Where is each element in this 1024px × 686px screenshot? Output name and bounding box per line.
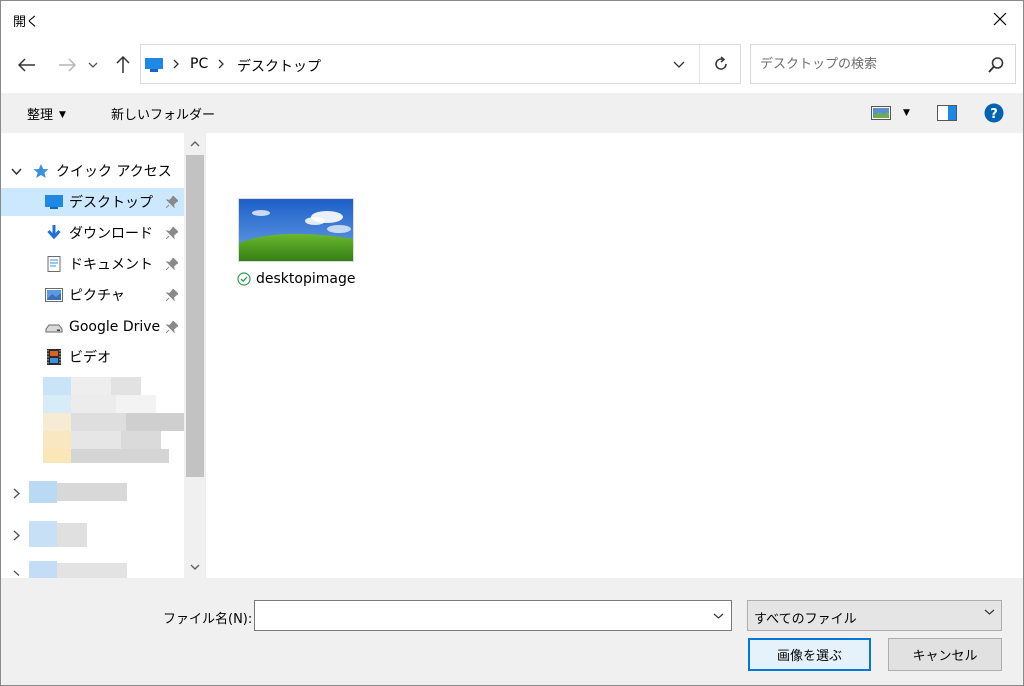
navigation-pane: クイック アクセス デスクトップ ダウンロード ドキュメント ピクチャ Goog… xyxy=(1,133,206,578)
address-history-dropdown[interactable] xyxy=(661,45,697,83)
chevron-down-icon xyxy=(713,613,723,619)
chevron-up-icon xyxy=(190,141,200,147)
tree-scrollbar[interactable] xyxy=(184,133,205,578)
drive-icon xyxy=(45,324,63,333)
sidebar-item-documents[interactable]: ドキュメント xyxy=(1,250,184,278)
arrow-up-icon xyxy=(116,56,130,73)
desktop-icon xyxy=(45,195,63,209)
bliss-wallpaper-thumbnail xyxy=(239,199,353,261)
pin-icon[interactable] xyxy=(166,289,178,301)
filename-input[interactable] xyxy=(255,601,705,630)
sidebar-item-label: Google Drive xyxy=(69,319,161,335)
file-thumbnail xyxy=(238,198,354,262)
change-view-button[interactable]: ▼ xyxy=(871,101,910,125)
file-name-label: desktopimage xyxy=(256,271,356,287)
file-list: desktopimage xyxy=(207,133,1023,578)
refresh-icon xyxy=(714,56,727,70)
filename-combobox[interactable] xyxy=(254,600,732,631)
dialog-title: 開く xyxy=(13,15,40,30)
cancel-button[interactable]: キャンセル xyxy=(888,638,1002,671)
chevron-expanded-icon[interactable] xyxy=(11,167,22,175)
title-bar: 開く xyxy=(1,1,1023,37)
command-bar: 整理 ▼ 新しいフォルダー ▼ ? xyxy=(1,93,1023,133)
refresh-button[interactable] xyxy=(699,45,741,83)
open-button[interactable]: 画像を選ぶ xyxy=(748,638,871,671)
sidebar-item-label: ドキュメント xyxy=(69,257,153,273)
chevron-right-icon[interactable] xyxy=(13,530,20,541)
pin-icon[interactable] xyxy=(166,258,178,270)
preview-pane-icon xyxy=(937,105,957,121)
navigation-bar: PC デスクトップ xyxy=(1,37,1023,93)
help-icon: ? xyxy=(984,103,1004,123)
tree-quick-access[interactable]: クイック アクセス xyxy=(1,157,184,185)
sidebar-item-pictures[interactable]: ピクチャ xyxy=(1,281,184,309)
filename-dropdown-button[interactable] xyxy=(705,601,731,630)
file-name: desktopimage xyxy=(237,271,355,287)
help-button[interactable]: ? xyxy=(984,101,1004,125)
chevron-down-icon xyxy=(88,62,98,68)
scroll-down-button[interactable] xyxy=(184,556,205,578)
sidebar-item-google-drive[interactable]: Google Drive xyxy=(1,313,184,341)
filetype-select[interactable]: すべてのファイル xyxy=(747,600,1002,631)
organize-label: 整理 xyxy=(27,108,54,123)
forward-button[interactable] xyxy=(53,51,81,79)
breadcrumb-chevron-icon xyxy=(173,59,179,69)
sidebar-item-label: ダウンロード xyxy=(69,226,153,242)
caret-down-icon: ▼ xyxy=(903,108,910,118)
file-item[interactable]: desktopimage xyxy=(235,195,365,293)
chevron-right-icon[interactable] xyxy=(13,570,20,578)
search-box[interactable] xyxy=(750,44,1016,84)
chevron-down-icon xyxy=(673,61,685,68)
search-input[interactable] xyxy=(751,45,981,83)
synced-check-icon xyxy=(237,272,251,286)
close-button[interactable] xyxy=(977,1,1023,37)
preview-pane-button[interactable] xyxy=(937,101,957,125)
address-bar[interactable]: PC デスクトップ xyxy=(140,44,741,84)
pictures-icon xyxy=(45,288,63,302)
chevron-down-icon xyxy=(984,609,995,615)
video-icon xyxy=(47,349,61,365)
breadcrumb-chevron-icon xyxy=(218,59,224,69)
pin-icon[interactable] xyxy=(166,321,178,333)
caret-down-icon: ▼ xyxy=(59,110,66,120)
quick-access-label: クイック アクセス xyxy=(56,164,172,180)
pin-icon[interactable] xyxy=(166,227,178,239)
pin-icon[interactable] xyxy=(166,196,178,208)
chevron-right-icon[interactable] xyxy=(13,488,20,499)
scroll-up-button[interactable] xyxy=(184,133,205,155)
arrow-right-icon xyxy=(59,58,76,72)
new-folder-button[interactable]: 新しいフォルダー xyxy=(111,104,215,123)
breadcrumb-desktop[interactable]: デスクトップ xyxy=(237,56,321,76)
sidebar-item-label: ピクチャ xyxy=(69,288,125,304)
document-icon xyxy=(47,256,61,272)
up-button[interactable] xyxy=(109,51,137,79)
download-icon xyxy=(47,225,61,240)
filetype-selected: すべてのファイル xyxy=(754,612,857,627)
back-button[interactable] xyxy=(13,51,41,79)
search-icon[interactable] xyxy=(987,56,1005,74)
filename-label: ファイル名(N): xyxy=(163,612,253,627)
view-thumbnail-icon xyxy=(871,106,891,120)
sidebar-item-label: ビデオ xyxy=(69,350,111,366)
pc-icon xyxy=(145,58,163,72)
star-icon xyxy=(33,164,49,178)
scrollbar-thumb[interactable] xyxy=(186,155,204,477)
new-folder-label: 新しいフォルダー xyxy=(111,108,216,123)
recent-locations-button[interactable] xyxy=(83,51,103,79)
sidebar-item-downloads[interactable]: ダウンロード xyxy=(1,219,184,247)
arrow-left-icon xyxy=(18,58,35,72)
close-icon xyxy=(993,12,1007,26)
chevron-down-icon xyxy=(190,564,200,570)
svg-text:?: ? xyxy=(990,107,998,122)
sidebar-item-desktop[interactable]: デスクトップ xyxy=(1,188,184,216)
organize-menu[interactable]: 整理 ▼ xyxy=(27,104,66,123)
sidebar-item-videos[interactable]: ビデオ xyxy=(1,343,184,371)
sidebar-item-label: デスクトップ xyxy=(69,195,153,211)
open-file-dialog: 開く PC デスクトップ デスクトップの検索 整理 ▼ 新しいフォルダー ▼ ?… xyxy=(0,0,1024,686)
dialog-footer: ファイル名(N): すべてのファイル 画像を選ぶ キャンセル xyxy=(1,578,1023,685)
breadcrumb-pc[interactable]: PC xyxy=(190,56,208,72)
